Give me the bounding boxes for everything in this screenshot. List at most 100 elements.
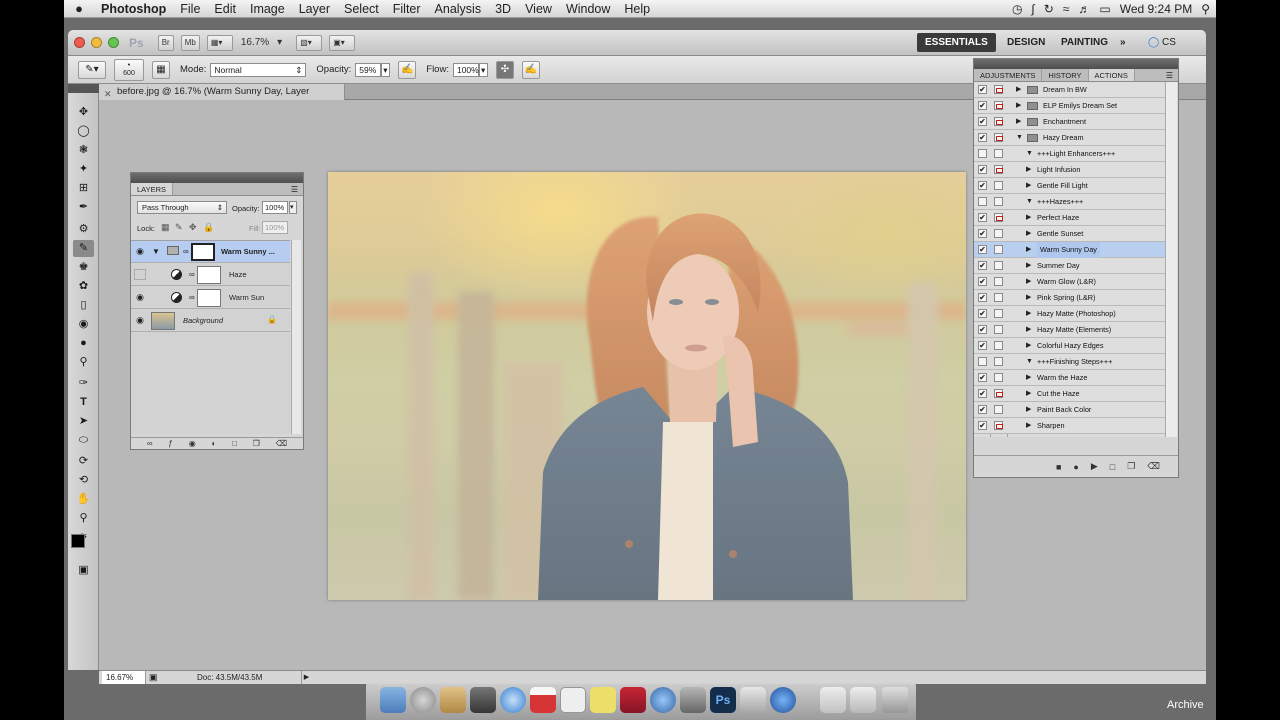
dialog-toggle-icon[interactable]: [994, 309, 1003, 318]
action-toggle-checkbox[interactable]: [978, 357, 987, 366]
menu-clock[interactable]: Wed 9:24 PM: [1120, 2, 1192, 16]
expand-arrow-icon[interactable]: ▶: [1026, 322, 1031, 338]
blend-mode-select[interactable]: Pass Through ⇕: [137, 201, 227, 214]
document-tab[interactable]: ✕ before.jpg @ 16.7% (Warm Sunny Day, La…: [99, 84, 345, 113]
flow-slider-arrow[interactable]: ▾: [478, 62, 488, 77]
pen-tool-icon[interactable]: ✑: [73, 375, 94, 392]
menu-file[interactable]: File: [173, 2, 207, 16]
action-row[interactable]: ✔ ▶ Paint Back Color: [974, 402, 1165, 418]
zoom-level-select[interactable]: 16.7%: [241, 37, 269, 48]
action-toggle-checkbox[interactable]: ✔: [978, 101, 987, 110]
expand-arrow-icon[interactable]: ▶: [1026, 178, 1031, 194]
zoom-dropdown-icon[interactable]: ▾: [277, 37, 282, 48]
status-menu-arrow-icon[interactable]: ▶: [301, 671, 311, 684]
tab-history[interactable]: HISTORY: [1042, 69, 1089, 81]
expand-arrow-icon[interactable]: ▶: [1026, 258, 1031, 274]
action-row[interactable]: ✔ ▶ Warm Glow (L&R): [974, 274, 1165, 290]
action-row[interactable]: ▼ +++Finishing Steps+++: [974, 354, 1165, 370]
action-row[interactable]: ✔ ▼ Hazy Dream: [974, 130, 1165, 146]
layer-mask-thumbnail[interactable]: [191, 243, 215, 261]
action-row[interactable]: ✔ ▶ Gentle Fill Light: [974, 178, 1165, 194]
spotlight-icon[interactable]: ⚲: [1201, 2, 1210, 16]
dialog-toggle-icon[interactable]: [994, 117, 1003, 126]
photo-booth-icon[interactable]: [470, 687, 496, 713]
dialog-toggle-icon[interactable]: [994, 389, 1003, 398]
layer-mask-thumbnail[interactable]: [197, 289, 221, 307]
lock-position-icon[interactable]: ✥: [189, 222, 197, 233]
action-toggle-checkbox[interactable]: ✔: [978, 213, 987, 222]
dialog-toggle-icon[interactable]: [994, 277, 1003, 286]
dialog-toggle-icon[interactable]: [994, 85, 1003, 94]
add-mask-icon[interactable]: ◉: [189, 438, 196, 449]
bluetooth-icon[interactable]: ∫: [1031, 2, 1034, 16]
begin-recording-icon[interactable]: ●: [1073, 462, 1078, 472]
action-toggle-checkbox[interactable]: ✔: [978, 293, 987, 302]
action-row[interactable]: ✔ ▶ Colorful Hazy Edges: [974, 338, 1165, 354]
layer-row-background[interactable]: ◉ Background 🔒: [131, 310, 290, 332]
action-row[interactable]: ✔ ▶ Warm the Haze: [974, 370, 1165, 386]
tab-actions[interactable]: ACTIONS: [1088, 69, 1135, 81]
flow-input[interactable]: 100%: [452, 62, 479, 77]
play-selection-icon[interactable]: ▶: [1091, 461, 1098, 472]
lock-image-icon[interactable]: ✎: [175, 222, 183, 233]
actions-panel-header[interactable]: [974, 59, 1178, 69]
action-toggle-checkbox[interactable]: ✔: [978, 373, 987, 382]
expand-arrow-icon[interactable]: ▶: [1026, 162, 1031, 178]
stop-recording-icon[interactable]: ■: [1056, 462, 1061, 472]
expand-arrow-icon[interactable]: ▶: [1026, 210, 1031, 226]
new-adjustment-icon[interactable]: ◐: [211, 438, 216, 449]
tool-preset-picker[interactable]: ✎ ▾: [78, 60, 106, 79]
layers-scrollbar[interactable]: [291, 240, 301, 434]
workspace-more-button[interactable]: »: [1112, 33, 1134, 52]
action-toggle-checkbox[interactable]: ✔: [978, 117, 987, 126]
action-toggle-checkbox[interactable]: ✔: [978, 341, 987, 350]
pressure-size-button[interactable]: ✍: [521, 60, 540, 79]
link-layers-icon[interactable]: ∞: [147, 438, 153, 449]
marquee-tool-icon[interactable]: ◯: [73, 123, 94, 140]
safari-icon[interactable]: [500, 687, 526, 713]
dialog-toggle-icon[interactable]: [994, 373, 1003, 382]
new-action-icon[interactable]: ❐: [1127, 461, 1135, 472]
airbrush-button[interactable]: ✣: [495, 60, 514, 79]
photoshop-dock-icon[interactable]: Ps: [710, 687, 736, 713]
dialog-toggle-icon[interactable]: [994, 261, 1003, 270]
status-zoom[interactable]: 16.67%: [102, 671, 146, 684]
new-set-icon[interactable]: □: [1110, 462, 1115, 472]
expand-arrow-icon[interactable]: ▶: [1016, 98, 1021, 114]
dialog-toggle-icon[interactable]: [994, 293, 1003, 302]
3d-orbit-tool-icon[interactable]: ⟲: [73, 472, 94, 489]
expand-arrow-icon[interactable]: ▶: [1016, 82, 1021, 98]
collapse-arrow-icon[interactable]: ▼: [1026, 354, 1033, 370]
menu-filter[interactable]: Filter: [386, 2, 428, 16]
expand-arrow-icon[interactable]: ▶: [1026, 226, 1031, 242]
menu-view[interactable]: View: [518, 2, 559, 16]
tab-adjustments[interactable]: ADJUSTMENTS: [974, 69, 1043, 81]
lasso-tool-icon[interactable]: ❃: [73, 142, 94, 159]
arrange-documents-button[interactable]: ▧▾: [296, 34, 323, 51]
menu-edit[interactable]: Edit: [207, 2, 243, 16]
expand-arrow-icon[interactable]: ▶: [1026, 306, 1031, 322]
expand-arrow-icon[interactable]: ▶: [1026, 386, 1031, 402]
quick-mask-icon[interactable]: ▣: [73, 562, 94, 579]
foreground-color-swatch[interactable]: [71, 534, 85, 548]
action-row[interactable]: ✔ ▶ Perfect Haze: [974, 210, 1165, 226]
action-toggle-checkbox[interactable]: ✔: [978, 261, 987, 270]
quick-selection-tool-icon[interactable]: ✦: [73, 161, 94, 178]
time-machine-icon[interactable]: ◷: [1012, 2, 1022, 16]
delete-layer-icon[interactable]: ⌫: [276, 438, 287, 449]
action-toggle-checkbox[interactable]: [978, 197, 987, 206]
dialog-toggle-icon[interactable]: [994, 197, 1003, 206]
cs-live-button[interactable]: ◯ CS Live▾: [1140, 33, 1206, 67]
action-row[interactable]: ✔ ▶ Dream In BW: [974, 82, 1165, 98]
visibility-empty-icon[interactable]: [134, 269, 146, 280]
collapse-arrow-icon[interactable]: ▼: [1026, 146, 1033, 162]
expand-arrow-icon[interactable]: ▶: [1016, 114, 1021, 130]
contacts-icon[interactable]: [440, 687, 466, 713]
layer-thumbnail[interactable]: [151, 312, 175, 330]
opacity-input[interactable]: 59%: [355, 62, 382, 77]
photo-app-icon[interactable]: [620, 687, 646, 713]
action-toggle-checkbox[interactable]: [978, 149, 987, 158]
visibility-eye-icon[interactable]: ◉: [134, 246, 146, 257]
actions-panel-menu-icon[interactable]: ☰: [1161, 69, 1178, 81]
action-toggle-checkbox[interactable]: ✔: [978, 229, 987, 238]
